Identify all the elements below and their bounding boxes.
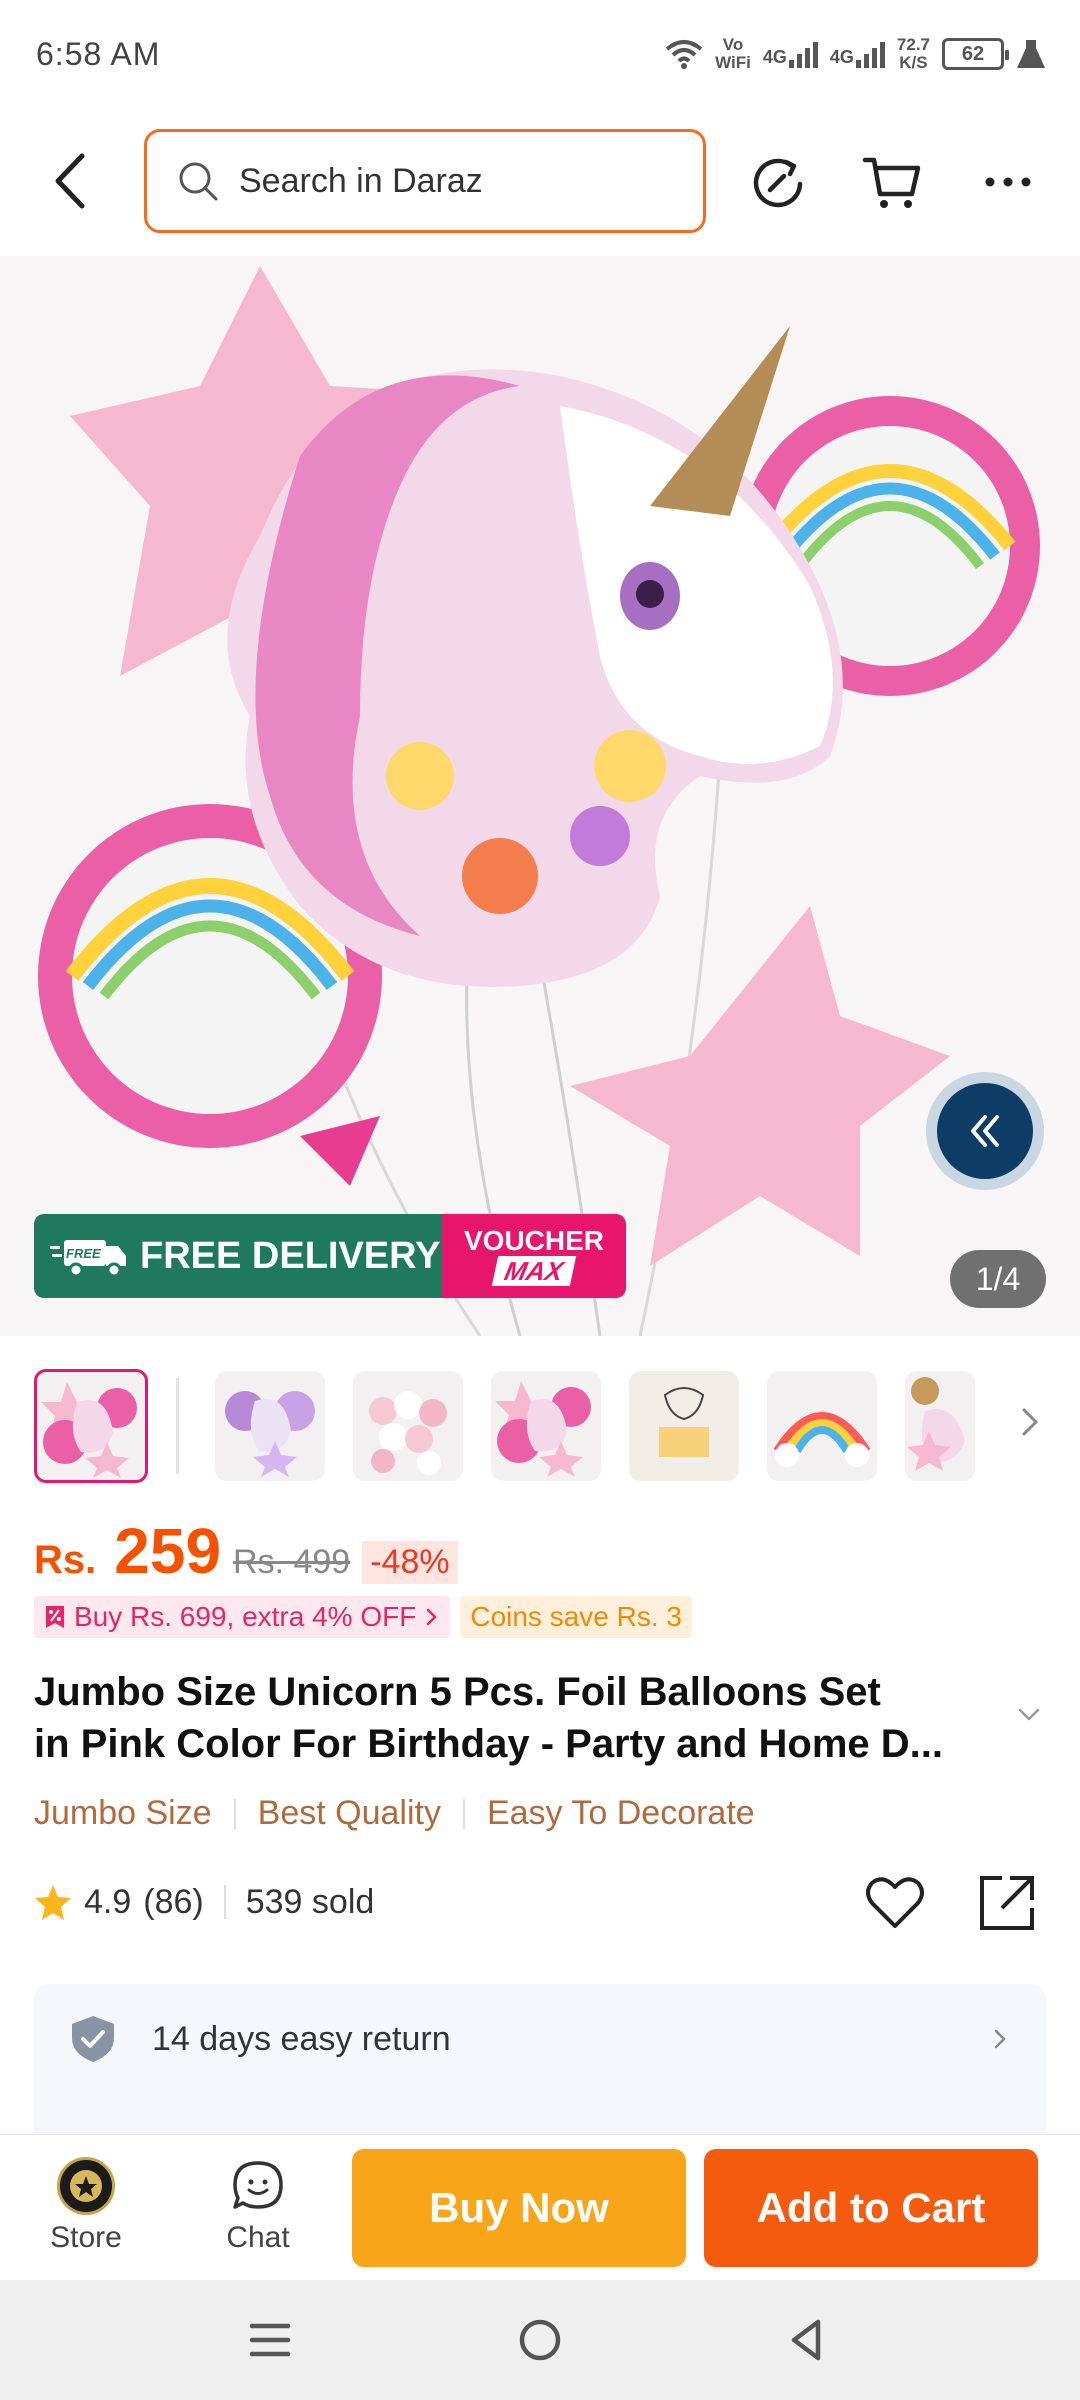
thumbnail-5[interactable] xyxy=(629,1371,739,1481)
bundle-promo-chip[interactable]: Buy Rs. 699, extra 4% OFF xyxy=(34,1596,451,1638)
store-label: Store xyxy=(50,2221,122,2254)
product-highlights: Jumbo Size Best Quality Easy To Decorate xyxy=(34,1794,755,1833)
percent-tag-icon xyxy=(46,1606,64,1628)
vowifi-indicator: Vo WiFi xyxy=(715,35,751,72)
product-image-gallery[interactable]: FREE FREE DELIVERY VOUCHER MAX 1/4 xyxy=(0,256,1080,1336)
bottom-action-bar: Store Chat Buy Now Add to Cart xyxy=(0,2134,1080,2280)
free-delivery-text: FREE DELIVERY xyxy=(140,1234,441,1277)
coins-save-chip[interactable]: Coins save Rs. 3 xyxy=(460,1596,692,1638)
return-policy-row[interactable]: 14 days easy return xyxy=(34,1984,1046,2094)
add-to-cart-button[interactable]: Add to Cart xyxy=(704,2149,1038,2267)
product-title-line-1: Jumbo Size Unicorn 5 Pcs. Foil Balloons … xyxy=(34,1670,881,1714)
thumbnail-6[interactable] xyxy=(767,1371,877,1481)
free-badge-text: FREE xyxy=(66,1246,101,1261)
thumbnail-image xyxy=(225,1391,315,1477)
back-arrow-icon[interactable] xyxy=(44,148,104,214)
back-icon[interactable] xyxy=(780,2312,836,2368)
review-count[interactable]: (86) xyxy=(143,1883,203,1922)
original-price: Rs. 499 xyxy=(233,1543,351,1581)
top-navigation: Search in Daraz xyxy=(0,128,1080,234)
status-time: 6:58 AM xyxy=(36,35,161,72)
bundle-promo-text: Buy Rs. 699, extra 4% OFF xyxy=(74,1601,417,1632)
current-price: 259 xyxy=(114,1515,222,1587)
status-icons: Vo WiFi 4G 4G 72.7 K/S 62 xyxy=(665,36,1046,72)
cart-icon[interactable] xyxy=(862,152,922,212)
collapse-inner xyxy=(937,1083,1033,1179)
more-icon[interactable] xyxy=(978,152,1038,212)
thumbnail-image xyxy=(773,1412,871,1467)
product-title-line-2: in Pink Color For Birthday - Party and H… xyxy=(34,1722,944,1766)
signal-bars-icon xyxy=(855,40,885,68)
chat-label: Chat xyxy=(226,2221,290,2254)
thumbnail-image xyxy=(907,1377,965,1471)
status-bar: 6:58 AM Vo WiFi 4G 4G 72.7 K/S 62 xyxy=(0,0,1080,108)
star-icon xyxy=(35,1885,71,1920)
return-policy-text: 14 days easy return xyxy=(152,2019,451,2058)
search-input[interactable]: Search in Daraz xyxy=(144,129,706,233)
refresh-icon[interactable] xyxy=(748,152,808,212)
free-delivery-voucher-banner: FREE FREE DELIVERY VOUCHER MAX xyxy=(34,1214,626,1298)
signal-2: 4G xyxy=(830,40,885,68)
chevron-right-icon[interactable] xyxy=(1010,1392,1050,1452)
network-speed: 72.7 K/S xyxy=(896,35,930,72)
chevron-down-icon[interactable] xyxy=(1014,1700,1044,1730)
menu-icon[interactable] xyxy=(242,2312,298,2368)
heart-icon[interactable] xyxy=(864,1872,926,1932)
chevron-right-icon xyxy=(427,1608,438,1626)
highlight-tag: Easy To Decorate xyxy=(486,1794,755,1832)
thumbnail-image xyxy=(629,1371,739,1481)
free-delivery-badge: FREE FREE DELIVERY xyxy=(34,1214,442,1298)
promotion-row: Buy Rs. 699, extra 4% OFF Coins save Rs.… xyxy=(34,1596,692,1640)
thumbnail-1[interactable] xyxy=(34,1369,148,1483)
share-icon[interactable] xyxy=(976,1872,1038,1934)
chat-button[interactable]: Chat xyxy=(198,2157,318,2267)
double-chevron-left-icon xyxy=(971,1115,999,1147)
thumbnail-7[interactable] xyxy=(905,1371,975,1481)
tag-divider xyxy=(462,1798,465,1829)
thumbnail-image xyxy=(495,1381,591,1477)
shield-check-icon xyxy=(72,2016,114,2062)
battery-icon: 62 xyxy=(942,38,1009,70)
signal-1: 4G xyxy=(763,40,818,68)
voucher-text: VOUCHER xyxy=(463,1225,604,1256)
max-text: MAX xyxy=(491,1256,577,1286)
product-image xyxy=(38,266,1040,1336)
chat-icon xyxy=(233,2161,283,2209)
image-page-counter: 1/4 xyxy=(950,1250,1046,1308)
rating-value[interactable]: 4.9 xyxy=(84,1883,131,1922)
buy-now-button[interactable]: Buy Now xyxy=(352,2149,686,2267)
voucher-max-badge: VOUCHER MAX xyxy=(442,1214,626,1298)
store-button[interactable]: Store xyxy=(26,2157,146,2267)
flask-icon xyxy=(1017,40,1045,68)
discount-badge: -48% xyxy=(362,1541,458,1584)
thumbnail-strip xyxy=(34,1368,1046,1484)
collapse-button[interactable] xyxy=(926,1072,1044,1190)
thumbnail-4[interactable] xyxy=(491,1371,601,1481)
home-icon[interactable] xyxy=(512,2312,568,2368)
sold-count: 539 sold xyxy=(245,1882,375,1921)
store-logo-icon xyxy=(70,2170,102,2202)
rating-divider xyxy=(223,1885,226,1919)
signal-bars-icon xyxy=(788,40,818,68)
search-icon xyxy=(179,162,218,201)
search-placeholder: Search in Daraz xyxy=(239,161,483,200)
highlight-tag: Best Quality xyxy=(257,1794,441,1832)
rating-row: 4.9 (86) 539 sold xyxy=(34,1872,1046,1932)
thumbnail-divider xyxy=(176,1378,179,1474)
thumbnail-image xyxy=(369,1391,447,1475)
store-logo xyxy=(57,2157,115,2215)
highlight-tag: Jumbo Size xyxy=(34,1794,212,1832)
price-currency: Rs. xyxy=(34,1538,97,1582)
delivery-truck-icon: FREE xyxy=(50,1240,126,1278)
thumbnail-3[interactable] xyxy=(353,1371,463,1481)
product-title: Jumbo Size Unicorn 5 Pcs. Foil Balloons … xyxy=(34,1666,1014,1770)
thumbnail-image xyxy=(41,1382,137,1478)
tag-divider xyxy=(233,1798,236,1829)
wifi-icon xyxy=(665,40,703,69)
chevron-right-icon xyxy=(994,2029,1006,2049)
thumbnail-2[interactable] xyxy=(215,1371,325,1481)
price-row: Rs. 259 Rs. 499 -48% xyxy=(34,1514,458,1594)
service-card: 14 days easy return xyxy=(34,1984,1046,2134)
system-navigation-bar xyxy=(0,2280,1080,2400)
